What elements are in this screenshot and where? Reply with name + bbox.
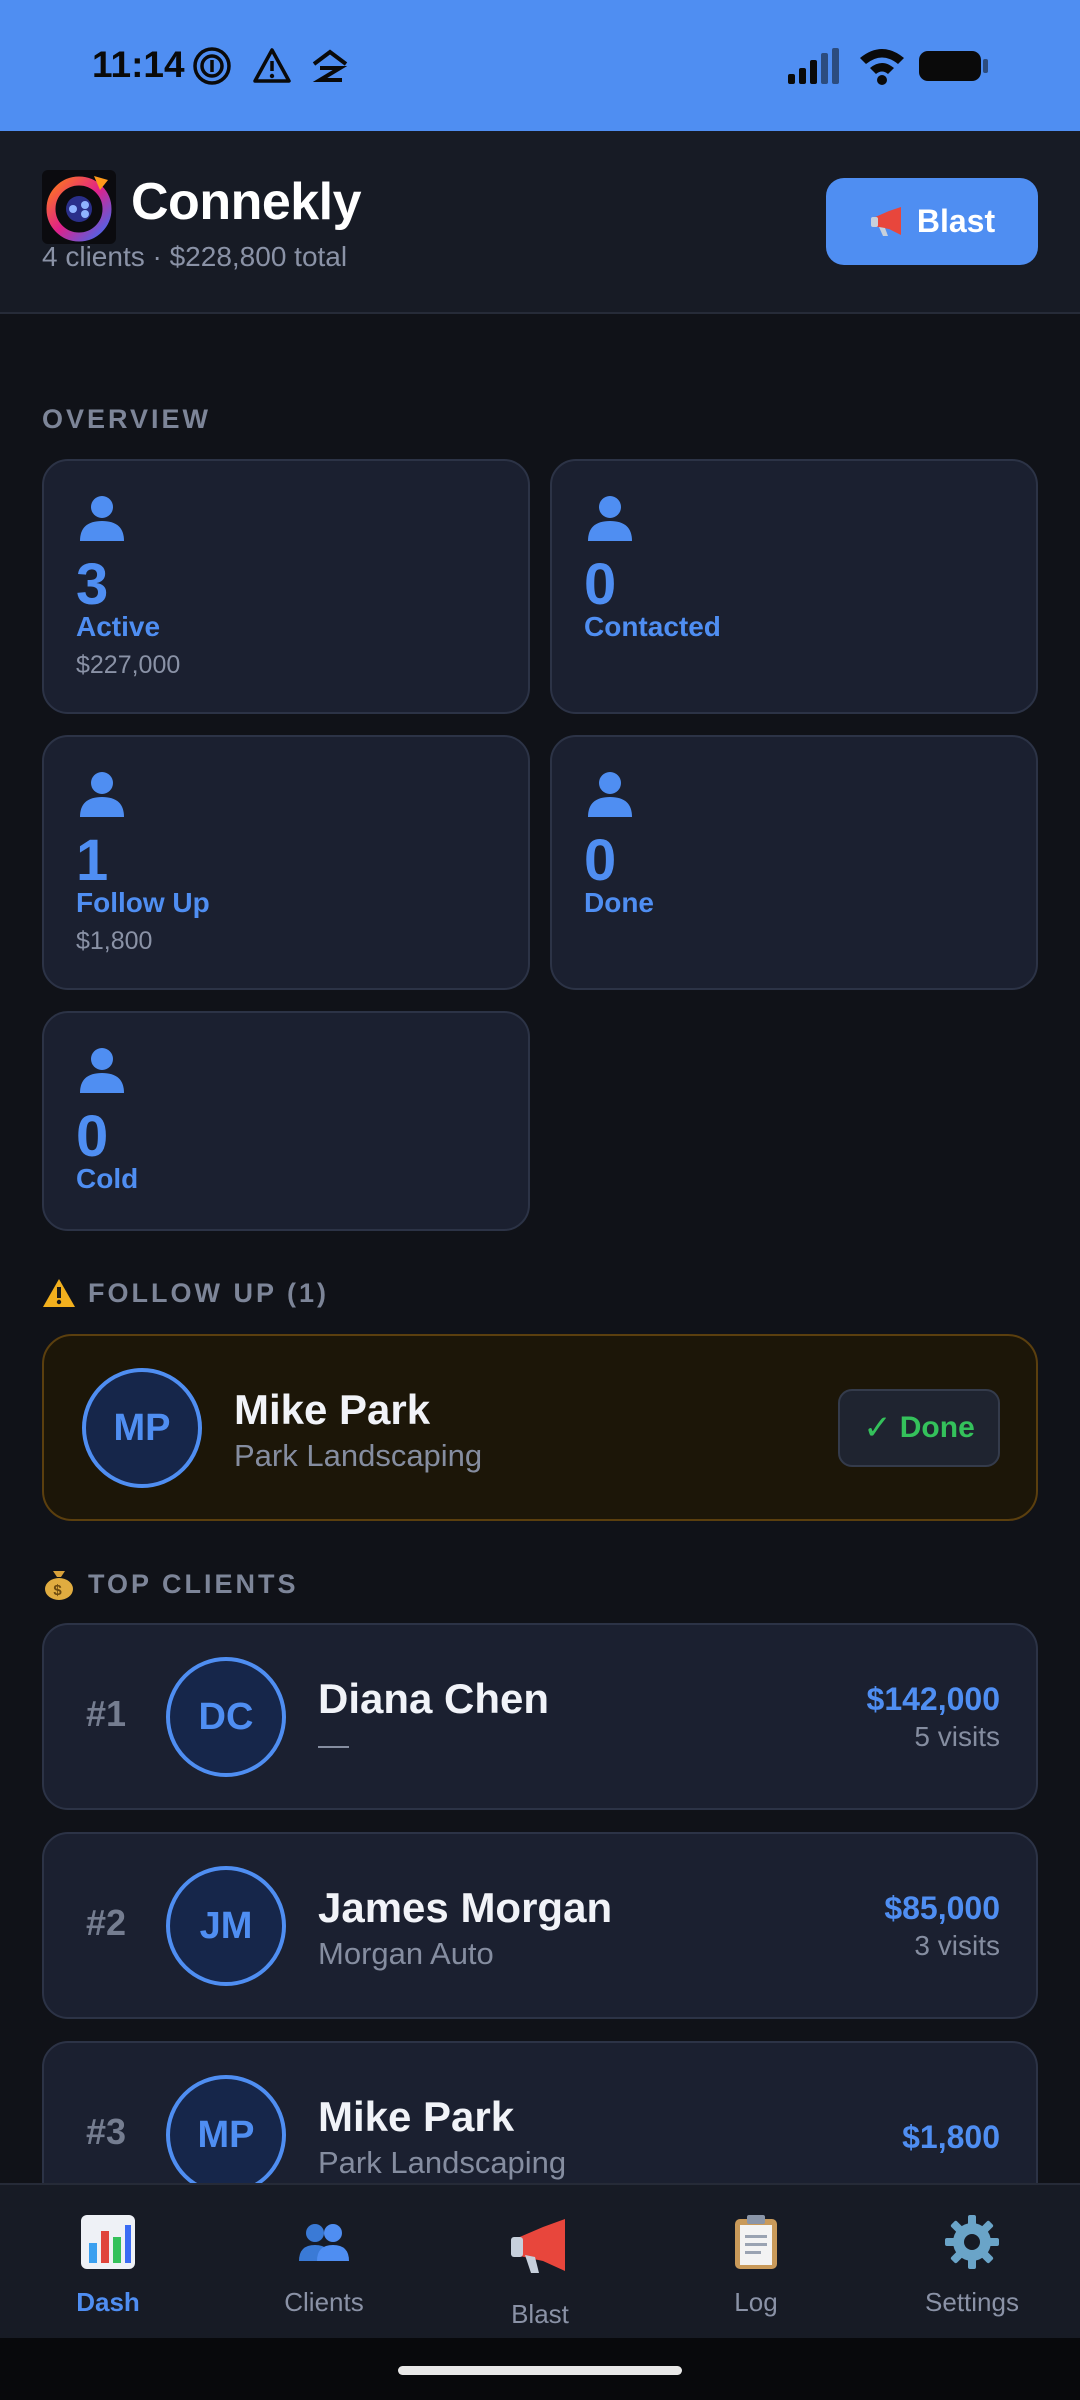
client-amount: $142,000 — [866, 1681, 1000, 1717]
person-icon — [80, 1048, 124, 1093]
nav-settings[interactable]: Settings — [864, 2185, 1080, 2340]
overview-label-text: OVERVIEW — [42, 404, 212, 434]
top-clients-label-text: TOP CLIENTS — [88, 1568, 299, 1599]
zillow-icon — [312, 49, 348, 82]
client-name: Mike Park — [318, 2093, 515, 2140]
stat-card-active[interactable]: 3 Active $227,000 — [42, 459, 530, 714]
status-bar: 11:14 — [0, 0, 1080, 131]
wifi-icon — [860, 49, 904, 85]
person-icon — [588, 496, 632, 541]
stat-amount: $1,800 — [76, 927, 153, 955]
client-company: — — [318, 1727, 349, 1762]
megaphone-icon — [870, 206, 901, 236]
gear-icon — [945, 2215, 999, 2269]
stat-label: Follow Up — [76, 887, 210, 918]
stat-count: 0 — [76, 1104, 109, 1169]
battery-icon — [919, 51, 988, 81]
top-client-row[interactable]: #1 DC Diana Chen — $142,000 5 visits — [42, 1623, 1038, 1810]
follow-up-section-label: FOLLOW UP (1) — [42, 1277, 329, 1309]
nav-label: Blast — [511, 2299, 569, 2329]
person-icon — [588, 772, 632, 817]
client-rank: #2 — [86, 1902, 127, 1943]
nav-label: Settings — [925, 2287, 1019, 2317]
app-title: Connekly — [131, 173, 362, 231]
home-indicator[interactable] — [398, 2366, 682, 2375]
stat-card-follow-up[interactable]: 1 Follow Up $1,800 — [42, 735, 530, 990]
warning-icon — [43, 1279, 75, 1307]
stat-count: 3 — [76, 552, 109, 617]
warning-icon — [253, 48, 291, 83]
client-rank: #1 — [86, 1693, 127, 1734]
follow-up-item[interactable]: MP Mike Park Park Landscaping ✓ Done — [42, 1334, 1038, 1521]
stat-label: Cold — [76, 1163, 139, 1194]
stat-label: Done — [584, 887, 654, 918]
client-name: Mike Park — [234, 1386, 431, 1433]
nav-dash[interactable]: Dash — [0, 2185, 216, 2340]
client-visits: 3 visits — [914, 1930, 1000, 1961]
nav-label: Clients — [284, 2287, 364, 2317]
stat-count: 1 — [76, 828, 109, 893]
stat-amount: $227,000 — [76, 651, 181, 679]
follow-up-label-text: FOLLOW UP (1) — [88, 1277, 329, 1308]
nav-log[interactable]: Log — [648, 2185, 864, 2340]
stat-count: 0 — [584, 828, 617, 893]
stat-label: Active — [76, 611, 161, 642]
avatar: MP — [82, 1368, 202, 1488]
client-name: James Morgan — [318, 1884, 613, 1931]
stat-card-done[interactable]: 0 Done — [550, 735, 1038, 990]
gesture-bar — [0, 2338, 1080, 2400]
people-icon — [299, 2224, 349, 2261]
client-visits: 5 visits — [914, 1721, 1000, 1752]
client-company: Morgan Auto — [318, 1936, 494, 1971]
overview-section-label: OVERVIEW — [42, 404, 211, 435]
signal-icon — [788, 48, 839, 84]
app-logo-icon — [46, 176, 112, 242]
money-bag-icon: $ — [45, 1571, 73, 1600]
person-icon — [80, 496, 124, 541]
nav-blast[interactable]: Blast — [432, 2185, 648, 2340]
client-company: Park Landscaping — [318, 2145, 567, 2180]
bar-chart-icon — [81, 2215, 135, 2269]
client-rank: #3 — [86, 2111, 127, 2152]
blast-button[interactable]: Blast — [826, 178, 1038, 265]
stat-card-cold[interactable]: 0 Cold — [42, 1011, 530, 1231]
client-company: Park Landscaping — [234, 1438, 483, 1473]
megaphone-icon — [511, 2219, 565, 2273]
mark-done-button[interactable]: ✓ Done — [838, 1389, 1000, 1467]
app-subtitle: 4 clients · $228,800 total — [42, 241, 348, 272]
client-amount: $1,800 — [902, 2119, 1000, 2155]
stat-count: 0 — [584, 552, 617, 617]
avatar: MP — [166, 2075, 286, 2195]
person-icon — [80, 772, 124, 817]
app-logo — [42, 170, 116, 244]
fingerprint-icon — [193, 47, 231, 85]
blast-button-label: Blast — [916, 203, 996, 239]
bottom-nav: Dash Clients Blast Log Settings — [0, 2183, 1080, 2338]
avatar: DC — [166, 1657, 286, 1777]
client-amount: $85,000 — [884, 1890, 1000, 1926]
top-clients-section-label: $ TOP CLIENTS — [42, 1567, 299, 1601]
check-icon: ✓ — [863, 1409, 892, 1447]
nav-label: Dash — [76, 2287, 140, 2317]
nav-clients[interactable]: Clients — [216, 2185, 432, 2340]
nav-label: Log — [734, 2287, 778, 2317]
status-time: 11:14 — [92, 44, 185, 85]
avatar: JM — [166, 1866, 286, 1986]
stat-card-contacted[interactable]: 0 Contacted — [550, 459, 1038, 714]
top-client-row[interactable]: #2 JM James Morgan Morgan Auto $85,000 3… — [42, 1832, 1038, 2019]
clipboard-icon — [735, 2215, 777, 2269]
done-button-label: Done — [899, 1411, 975, 1444]
stat-label: Contacted — [584, 611, 721, 642]
svg-text:$: $ — [53, 1582, 64, 1599]
client-name: Diana Chen — [318, 1675, 550, 1722]
app-header: Connekly 4 clients · $228,800 total Blas… — [0, 131, 1080, 314]
